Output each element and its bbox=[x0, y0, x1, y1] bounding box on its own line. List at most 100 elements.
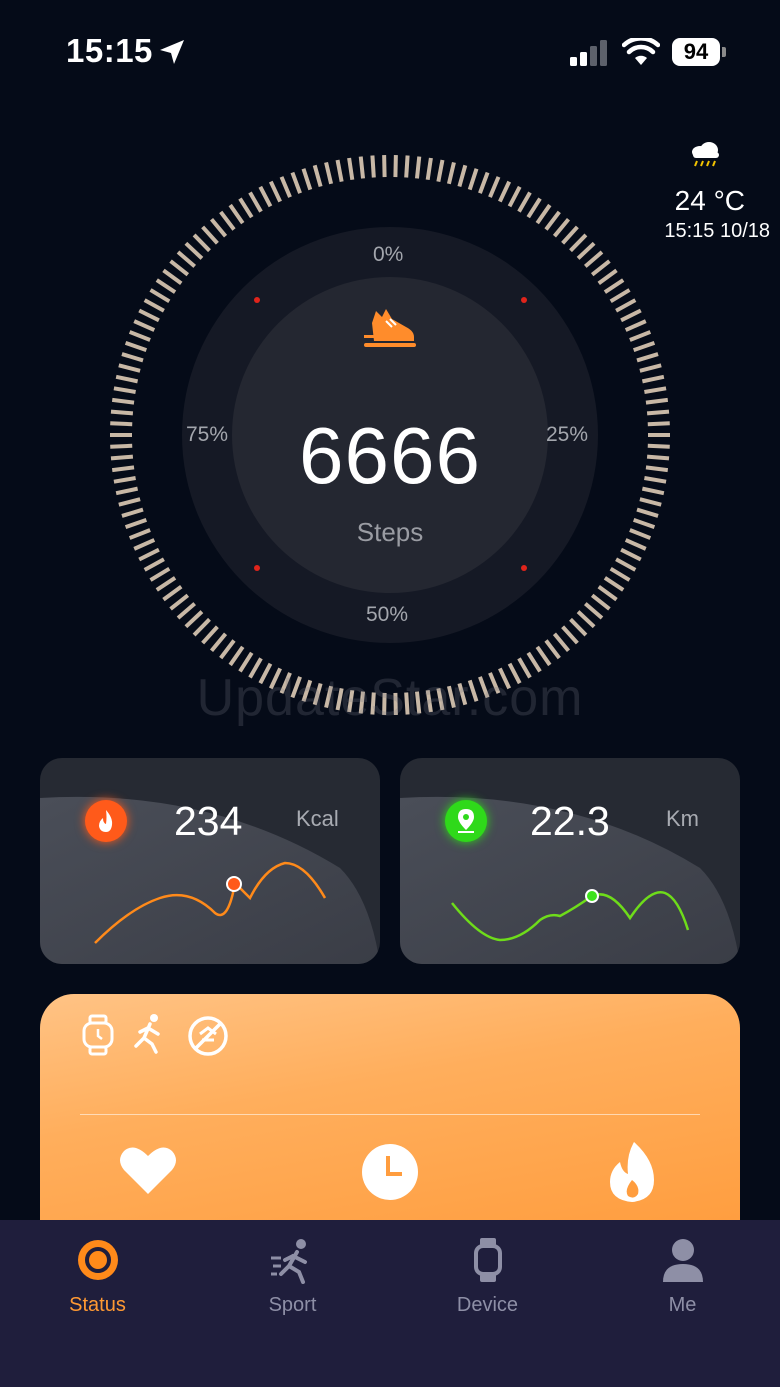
dial-tick-mark bbox=[603, 278, 625, 294]
tab-status-label: Status bbox=[69, 1294, 126, 1316]
tab-me[interactable]: Me bbox=[585, 1220, 780, 1340]
weather-temperature: 24 °C bbox=[674, 185, 745, 216]
dial-tick-50: 50% bbox=[366, 603, 409, 626]
watermark: UpdateStar.com bbox=[196, 669, 584, 727]
dial-tick-mark bbox=[620, 308, 642, 323]
dial-tick-mark bbox=[111, 397, 135, 405]
dial-tick-mark bbox=[603, 576, 625, 592]
weather-datetime: 15:15 10/18 bbox=[664, 220, 770, 242]
clock-icon[interactable] bbox=[360, 1142, 420, 1202]
dial-tick-mark bbox=[258, 185, 273, 208]
dial-tick-mark bbox=[615, 557, 637, 572]
dial-tick-mark bbox=[201, 225, 219, 245]
dial-tick-mark bbox=[636, 352, 659, 363]
dial-tick-mark bbox=[115, 374, 139, 384]
dial-tick-mark bbox=[312, 164, 323, 188]
activity-panel-divider bbox=[80, 1114, 700, 1115]
dial-tick-mark bbox=[358, 156, 366, 179]
dial-tick-mark bbox=[162, 268, 183, 285]
dial-dot bbox=[521, 297, 527, 303]
watch-device-icon bbox=[474, 1238, 502, 1282]
tab-device[interactable]: Device bbox=[390, 1220, 585, 1340]
dial-tick-mark bbox=[268, 180, 282, 203]
heart-icon[interactable] bbox=[118, 1144, 178, 1196]
dial-tick-mark bbox=[561, 225, 579, 245]
flame-icon[interactable] bbox=[604, 1140, 660, 1204]
tab-status[interactable]: Status bbox=[0, 1220, 195, 1340]
sport-running-icon bbox=[271, 1239, 307, 1284]
dial-dot bbox=[254, 297, 260, 303]
activity-panel[interactable] bbox=[40, 994, 740, 1234]
dial-tick-mark bbox=[609, 288, 631, 304]
dial-tick-mark bbox=[238, 197, 254, 219]
dial-tick-mark bbox=[609, 566, 631, 582]
flame-icon bbox=[85, 800, 127, 842]
dial-tick-mark bbox=[535, 203, 552, 225]
running-icon[interactable] bbox=[132, 1012, 166, 1054]
tab-sport[interactable]: Sport bbox=[195, 1220, 390, 1340]
status-time: 15:15 bbox=[66, 32, 153, 69]
tab-sport-label: Sport bbox=[268, 1294, 317, 1316]
dial-tick-mark bbox=[425, 157, 433, 181]
dial-tick-mark bbox=[121, 507, 144, 518]
dial-tick-mark bbox=[162, 585, 183, 602]
dial-tick-mark bbox=[209, 632, 228, 653]
calories-card[interactable]: 234 Kcal bbox=[40, 758, 380, 964]
dial-tick-mark bbox=[124, 341, 148, 353]
dial-tick-mark bbox=[576, 610, 596, 629]
no-disturb-icon[interactable] bbox=[186, 1014, 230, 1058]
dial-tick-mark bbox=[615, 298, 637, 313]
dial-dot bbox=[521, 565, 527, 571]
dial-tick-mark bbox=[219, 639, 236, 660]
dial-tick-mark bbox=[597, 268, 618, 285]
dial-tick-mark bbox=[228, 203, 245, 225]
dial-tick-mark bbox=[644, 386, 667, 394]
distance-card[interactable]: 22.3 Km bbox=[400, 758, 740, 964]
dial-tick-mark bbox=[583, 602, 604, 620]
dial-tick-mark bbox=[121, 352, 144, 363]
dial-tick-mark bbox=[169, 593, 190, 611]
steps-count: 6666 bbox=[299, 411, 481, 500]
dial-tick-mark bbox=[143, 557, 165, 572]
dial-tick-mark bbox=[301, 168, 313, 191]
battery-level: 94 bbox=[672, 38, 720, 66]
distance-chart-marker bbox=[585, 889, 599, 903]
dial-tick-mark bbox=[290, 171, 302, 194]
dial-tick-mark bbox=[184, 610, 204, 629]
wifi-icon bbox=[622, 38, 660, 65]
dial-tick-mark bbox=[629, 330, 652, 342]
battery-indicator: 94 bbox=[672, 38, 726, 66]
dial-tick-mark bbox=[149, 566, 171, 582]
dial-tick-mark bbox=[639, 363, 662, 373]
calories-value: 234 bbox=[174, 798, 243, 844]
dial-tick-mark bbox=[576, 241, 596, 260]
cellular-signal-icon bbox=[570, 40, 607, 66]
steps-dial[interactable]: 0% 25% 50% 75% 6666 Steps bbox=[110, 155, 670, 715]
dial-tick-mark bbox=[201, 625, 219, 645]
dial-tick-mark bbox=[414, 156, 422, 179]
dial-tick-mark bbox=[118, 363, 141, 373]
dial-tick-mark bbox=[138, 547, 160, 562]
dial-tick-mark bbox=[176, 602, 197, 620]
steps-label: Steps bbox=[356, 517, 424, 547]
dial-dot bbox=[254, 565, 260, 571]
calories-unit: Kcal bbox=[296, 806, 339, 831]
distance-value: 22.3 bbox=[530, 798, 610, 844]
dial-tick-mark bbox=[192, 617, 211, 637]
dial-tick-mark bbox=[149, 288, 171, 304]
dial-tick-mark bbox=[209, 217, 228, 238]
cloud-rain-icon bbox=[692, 142, 719, 167]
dial-tick-mark bbox=[436, 159, 445, 182]
dial-tick-mark bbox=[544, 639, 561, 660]
dial-tick-mark bbox=[526, 197, 542, 219]
dial-tick-mark bbox=[552, 217, 571, 238]
calories-card-background bbox=[40, 796, 380, 964]
dial-tick-mark bbox=[544, 210, 561, 231]
battery-nub bbox=[722, 47, 726, 57]
dial-tick-mark bbox=[569, 233, 588, 253]
dial-tick-mark bbox=[404, 155, 410, 178]
dial-tick-mark bbox=[113, 386, 136, 394]
dial-tick-mark bbox=[370, 155, 376, 178]
dial-tick-mark bbox=[535, 645, 552, 667]
watch-icon[interactable] bbox=[80, 1014, 116, 1056]
